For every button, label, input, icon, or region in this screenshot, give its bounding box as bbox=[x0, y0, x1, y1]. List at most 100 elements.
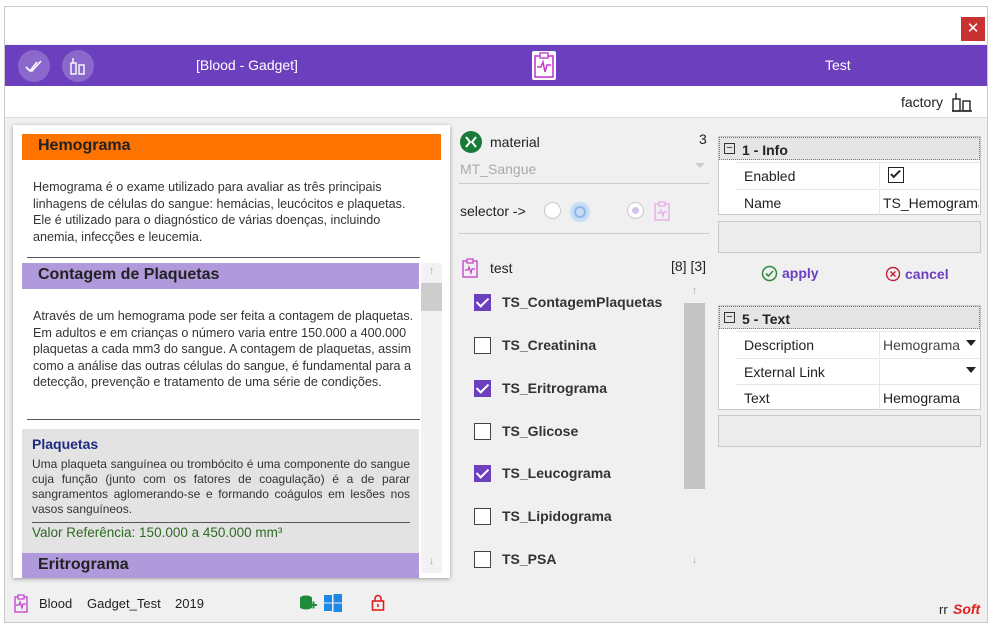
group-header[interactable]: − 5 - Text bbox=[719, 306, 980, 329]
clipboard-pulse-icon bbox=[462, 258, 478, 278]
enabled-checkbox[interactable] bbox=[888, 167, 904, 183]
scroll-down-icon[interactable]: ↓ bbox=[684, 554, 705, 566]
scroll-thumb[interactable] bbox=[684, 303, 705, 489]
test-name: TS_Glicose bbox=[502, 423, 579, 439]
footer-year: 2019 bbox=[175, 596, 204, 611]
factory-toggle-button[interactable] bbox=[62, 50, 94, 82]
test-name: TS_Creatinina bbox=[502, 337, 597, 353]
property-row-enabled[interactable]: Enabled bbox=[736, 162, 980, 188]
section-title: Contagem de Plaquetas bbox=[38, 266, 220, 283]
checkbox[interactable] bbox=[474, 465, 491, 482]
collapse-icon[interactable]: − bbox=[724, 143, 735, 154]
section-title: Eritrograma bbox=[38, 556, 129, 573]
scroll-thumb[interactable] bbox=[421, 283, 442, 311]
chevron-down-icon[interactable] bbox=[695, 163, 705, 168]
sub-toolbar: factory bbox=[5, 86, 987, 118]
brand-soft: Soft bbox=[953, 601, 981, 617]
checkbox[interactable] bbox=[474, 380, 491, 397]
property-key: Text bbox=[744, 390, 770, 406]
section-title: Hemograma bbox=[38, 137, 131, 154]
divider bbox=[879, 385, 880, 410]
divider bbox=[879, 190, 880, 215]
property-row-name[interactable]: Name TS_Hemograma bbox=[736, 189, 980, 215]
group-title: 1 - Info bbox=[742, 142, 788, 158]
brand-rr: rr bbox=[939, 602, 948, 617]
divider bbox=[27, 257, 420, 258]
scroll-up-icon[interactable]: ↑ bbox=[684, 285, 705, 297]
close-button[interactable]: ✕ bbox=[961, 17, 985, 41]
app-window: ✕ [Blood - Gadget] Test factory Hemogram… bbox=[4, 6, 988, 623]
clipboard-pulse-icon bbox=[532, 51, 556, 80]
material-select-underline bbox=[459, 183, 709, 184]
material-label: material bbox=[490, 134, 540, 150]
test-name: TS_ContagemPlaquetas bbox=[502, 294, 663, 310]
checkbox[interactable] bbox=[474, 337, 491, 354]
section-header-eritrograma: Eritrograma bbox=[22, 553, 419, 578]
name-field[interactable]: TS_Hemograma bbox=[883, 195, 979, 211]
check-all-button[interactable] bbox=[18, 50, 50, 82]
description-scrollbar[interactable]: ↑ ↓ bbox=[421, 263, 442, 573]
test-name: TS_Lipidograma bbox=[502, 508, 612, 524]
section-header-hemograma: Hemograma bbox=[22, 134, 441, 160]
group-header[interactable]: − 1 - Info bbox=[719, 137, 980, 160]
divider bbox=[459, 233, 709, 234]
cancel-button[interactable]: cancel bbox=[905, 266, 949, 282]
scroll-up-icon[interactable]: ↑ bbox=[421, 265, 442, 277]
section-header-contagem: Contagem de Plaquetas bbox=[22, 263, 419, 289]
cancel-circle-icon[interactable] bbox=[885, 266, 901, 282]
checkbox[interactable] bbox=[474, 294, 491, 311]
info-box-plaquetas: Plaquetas Uma plaqueta sanguínea ou trom… bbox=[22, 429, 419, 553]
test-list-scrollbar[interactable]: ↑ ↓ bbox=[684, 282, 705, 574]
selector-radio-clipboard[interactable] bbox=[627, 202, 644, 219]
divider bbox=[879, 332, 880, 357]
footer-gadget: Gadget_Test bbox=[87, 596, 161, 611]
dropdown-arrow-icon[interactable] bbox=[966, 340, 976, 346]
text-field[interactable]: Hemograma bbox=[883, 390, 979, 406]
collapse-icon[interactable]: − bbox=[724, 312, 735, 323]
windows-icon[interactable] bbox=[323, 593, 343, 613]
description-card[interactable]: Hemograma Hemograma é o exame utilizado … bbox=[13, 125, 450, 578]
divider bbox=[879, 359, 880, 384]
section-text-contagem: Através de um hemograma pode ser feita a… bbox=[33, 309, 414, 389]
checkbox[interactable] bbox=[474, 551, 491, 568]
description-field[interactable]: Hemograma bbox=[883, 337, 961, 353]
gadget-title: [Blood - Gadget] bbox=[196, 57, 298, 73]
property-key: External Link bbox=[744, 364, 825, 380]
test-name: TS_Leucograma bbox=[502, 465, 611, 481]
test-label: test bbox=[490, 260, 513, 276]
selector-radio-none[interactable] bbox=[544, 202, 561, 219]
double-check-icon bbox=[25, 60, 42, 73]
info-box-title: Plaquetas bbox=[32, 436, 99, 452]
divider bbox=[879, 163, 880, 188]
property-row-text[interactable]: Text Hemograma bbox=[736, 384, 980, 410]
checkbox[interactable] bbox=[474, 508, 491, 525]
material-select[interactable]: MT_Sangue bbox=[460, 161, 536, 177]
test-counts: [8] [3] bbox=[671, 258, 707, 274]
factory-label[interactable]: factory bbox=[901, 94, 943, 110]
material-count: 3 bbox=[699, 131, 707, 147]
group-title: 5 - Text bbox=[742, 311, 790, 327]
apply-button[interactable]: apply bbox=[782, 265, 819, 281]
factory-icon[interactable] bbox=[951, 91, 973, 113]
property-key: Enabled bbox=[744, 168, 796, 184]
divider bbox=[27, 419, 420, 420]
divider bbox=[32, 522, 410, 523]
section-text-hemograma: Hemograma é o exame utilizado para avali… bbox=[33, 180, 406, 244]
check-circle-icon[interactable] bbox=[761, 265, 778, 282]
property-row-description[interactable]: Description Hemograma bbox=[736, 331, 980, 357]
header-bar: [Blood - Gadget] Test bbox=[5, 45, 987, 86]
title-bar: ✕ bbox=[5, 7, 987, 44]
scroll-down-icon[interactable]: ↓ bbox=[421, 555, 442, 567]
footer-category: Blood bbox=[39, 596, 73, 611]
property-row-external-link[interactable]: External Link bbox=[736, 358, 980, 384]
reference-value: Valor Referência: 150.000 a 450.000 mm³ bbox=[32, 525, 283, 540]
dropdown-arrow-icon[interactable] bbox=[966, 367, 976, 373]
clipboard-pulse-icon bbox=[14, 594, 28, 613]
target-icon[interactable] bbox=[570, 202, 590, 222]
property-group-text: − 5 - Text Description Hemograma Externa… bbox=[718, 305, 981, 410]
test-name: TS_Eritrograma bbox=[502, 380, 608, 396]
text-description-strip bbox=[718, 415, 981, 447]
lock-icon[interactable] bbox=[371, 594, 385, 611]
checkbox[interactable] bbox=[474, 423, 491, 440]
database-add-icon[interactable] bbox=[299, 594, 317, 612]
